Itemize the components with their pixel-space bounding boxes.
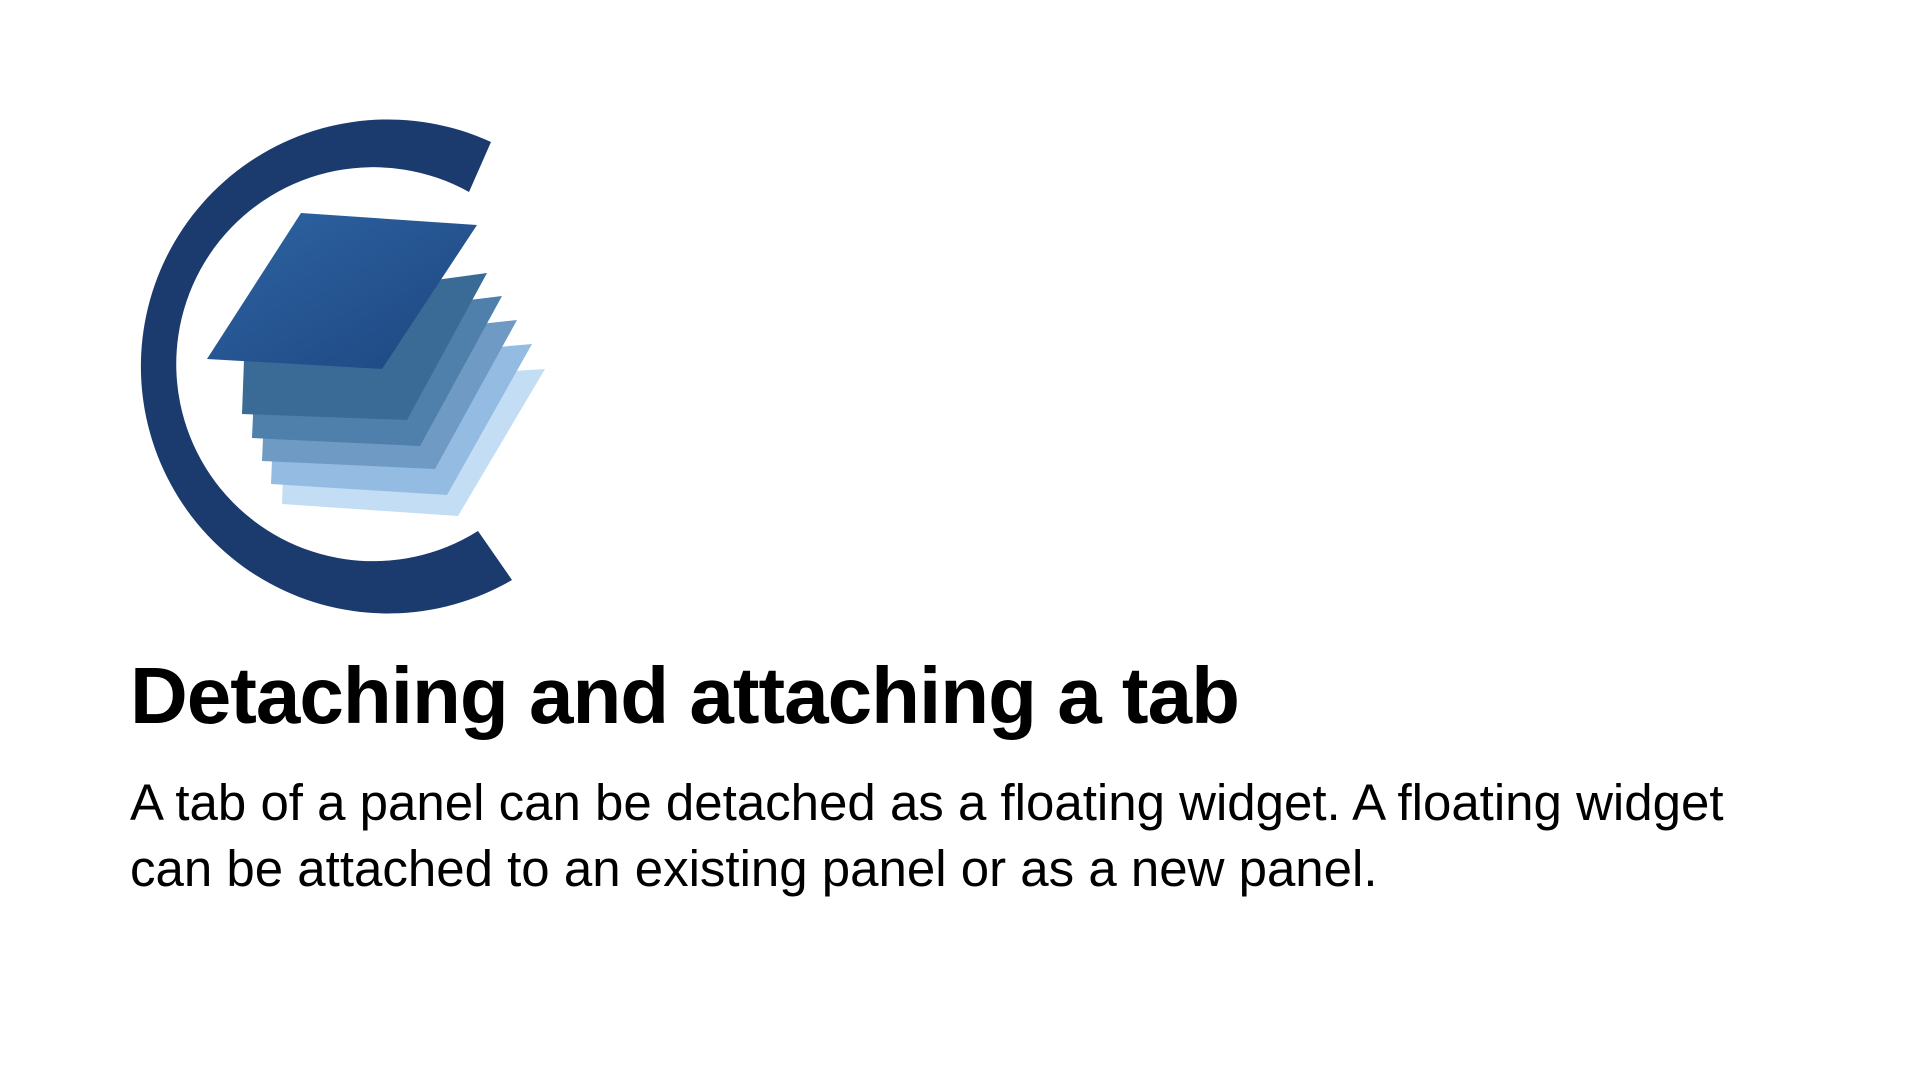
slide-title: Detaching and attaching a tab [130, 651, 1240, 740]
slide-description: A tab of a panel can be detached as a fl… [130, 774, 1724, 897]
stacked-layers-logo-icon [140, 119, 545, 614]
slide: Detaching and attaching a tab A tab of a… [0, 0, 1920, 1080]
